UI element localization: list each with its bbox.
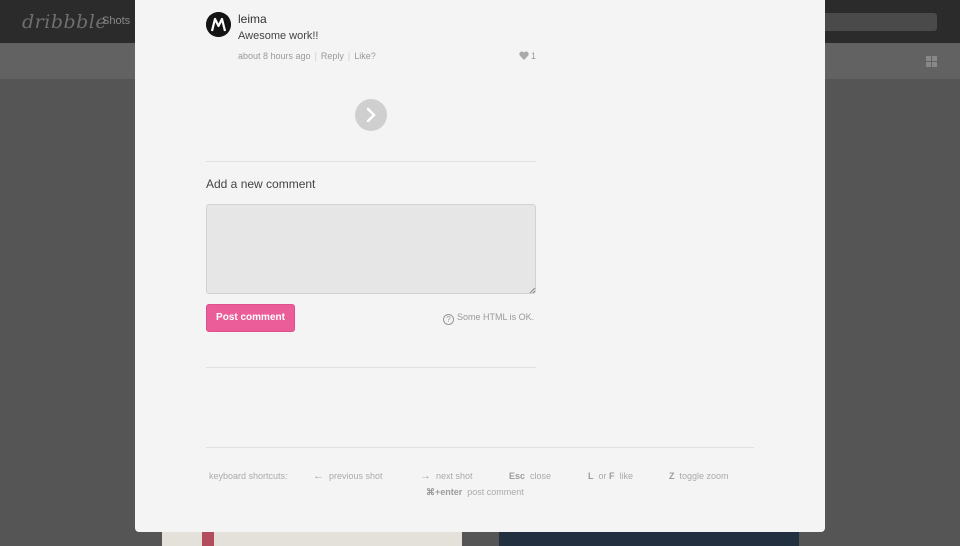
reply-link[interactable]: Reply	[321, 51, 344, 61]
html-help[interactable]: ? Some HTML is OK.	[443, 312, 534, 325]
divider	[206, 447, 754, 448]
arrow-left-icon: ←	[313, 470, 324, 482]
shortcut-zoom: Z toggle zoom	[669, 471, 729, 481]
chevron-right-icon	[366, 107, 376, 123]
next-comments-button[interactable]	[355, 99, 387, 131]
shortcut-close: Esc close	[509, 471, 552, 481]
comment-text: Awesome work!!	[238, 30, 319, 42]
avatar[interactable]	[206, 12, 231, 37]
search-input[interactable]	[822, 13, 937, 31]
arrow-right-icon: →	[420, 470, 431, 482]
grid-view-icon[interactable]	[926, 56, 937, 67]
shortcut-post: ⌘+enter post comment	[426, 487, 524, 497]
shortcut-like: L or F like	[588, 471, 634, 481]
comment-textarea[interactable]	[206, 204, 536, 294]
divider	[206, 367, 536, 368]
comment-meta: about 8 hours ago | Reply | Like?	[238, 51, 376, 61]
shortcut-previous: ← previous shot	[313, 470, 383, 482]
shortcuts-label: keyboard shortcuts:	[209, 471, 288, 481]
shortcut-next: → next shot	[420, 470, 473, 482]
help-icon: ?	[443, 314, 454, 325]
heart-icon	[519, 51, 529, 60]
resize-grip-icon[interactable]	[529, 287, 536, 294]
divider	[206, 161, 536, 162]
post-comment-button[interactable]: Post comment	[206, 304, 295, 332]
dribbble-logo[interactable]: dribbble	[22, 11, 107, 33]
add-comment-heading: Add a new comment	[206, 177, 316, 191]
nav-shots-link[interactable]: Shots	[102, 15, 130, 27]
likes-count: 1	[531, 51, 537, 61]
comment-likes: 1	[519, 51, 536, 61]
like-link[interactable]: Like?	[354, 51, 376, 61]
html-help-text: Some HTML is OK.	[457, 312, 535, 322]
comment-author[interactable]: leima	[238, 12, 267, 26]
comment-timestamp[interactable]: about 8 hours ago	[238, 51, 311, 61]
